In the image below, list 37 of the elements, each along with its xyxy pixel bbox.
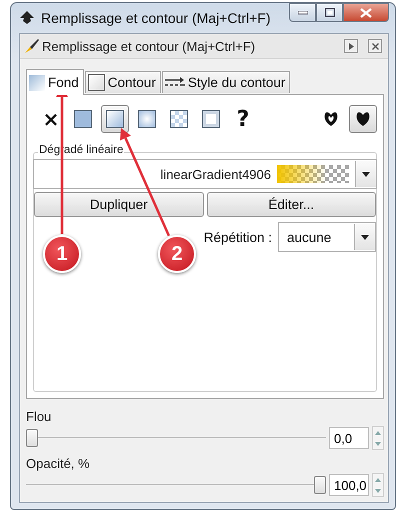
tab[interactable]: Fond [26, 69, 84, 95]
tab[interactable]: Style du contour [162, 71, 290, 93]
gradient-button[interactable]: Dupliquer [34, 192, 204, 217]
hollow-heart-icon [323, 111, 339, 127]
dropdown-arrow-icon [362, 172, 370, 176]
repeat-dropdown[interactable]: aucune [278, 222, 376, 252]
expand-button[interactable] [344, 39, 358, 53]
close-button[interactable] [368, 39, 382, 53]
close-button[interactable] [343, 3, 389, 22]
slider-thumb[interactable] [26, 429, 38, 447]
gradient-button[interactable]: Éditer... [206, 192, 376, 217]
dropdown-arrow-icon [361, 234, 369, 240]
fill-rule-button[interactable] [349, 105, 377, 133]
slider-label: Opacité, % [26, 456, 91, 471]
number-field[interactable]: 100,0 [329, 474, 369, 496]
gradient-preview [277, 165, 349, 183]
heart-icon [355, 111, 371, 127]
brush-icon [24, 38, 40, 54]
repeat-label: Répétition : [204, 230, 272, 244]
paint-type-button[interactable]: ? [229, 105, 257, 133]
dashed-line-icon [164, 76, 185, 88]
minimize-button[interactable] [289, 3, 316, 22]
minimize-icon [298, 10, 308, 14]
panel-title: Remplissage et contour (Maj+Ctrl+F) [42, 38, 256, 54]
maximize-icon [324, 8, 334, 17]
close-icon [360, 8, 372, 18]
window-title: Remplissage et contour (Maj+Ctrl+F) [41, 10, 271, 26]
maximize-button[interactable] [316, 3, 343, 22]
slider-thumb[interactable] [314, 476, 326, 494]
paint-type-button[interactable] [101, 105, 129, 133]
number-field[interactable]: 0,0 [329, 427, 369, 449]
slider-label: Flou [26, 409, 52, 424]
play-icon [348, 42, 354, 50]
close-icon [372, 42, 378, 50]
gradient-dropdown[interactable]: linearGradient4906 [33, 159, 377, 189]
tab[interactable]: Contour [84, 71, 161, 93]
paint-type-button[interactable]: × [37, 105, 65, 133]
